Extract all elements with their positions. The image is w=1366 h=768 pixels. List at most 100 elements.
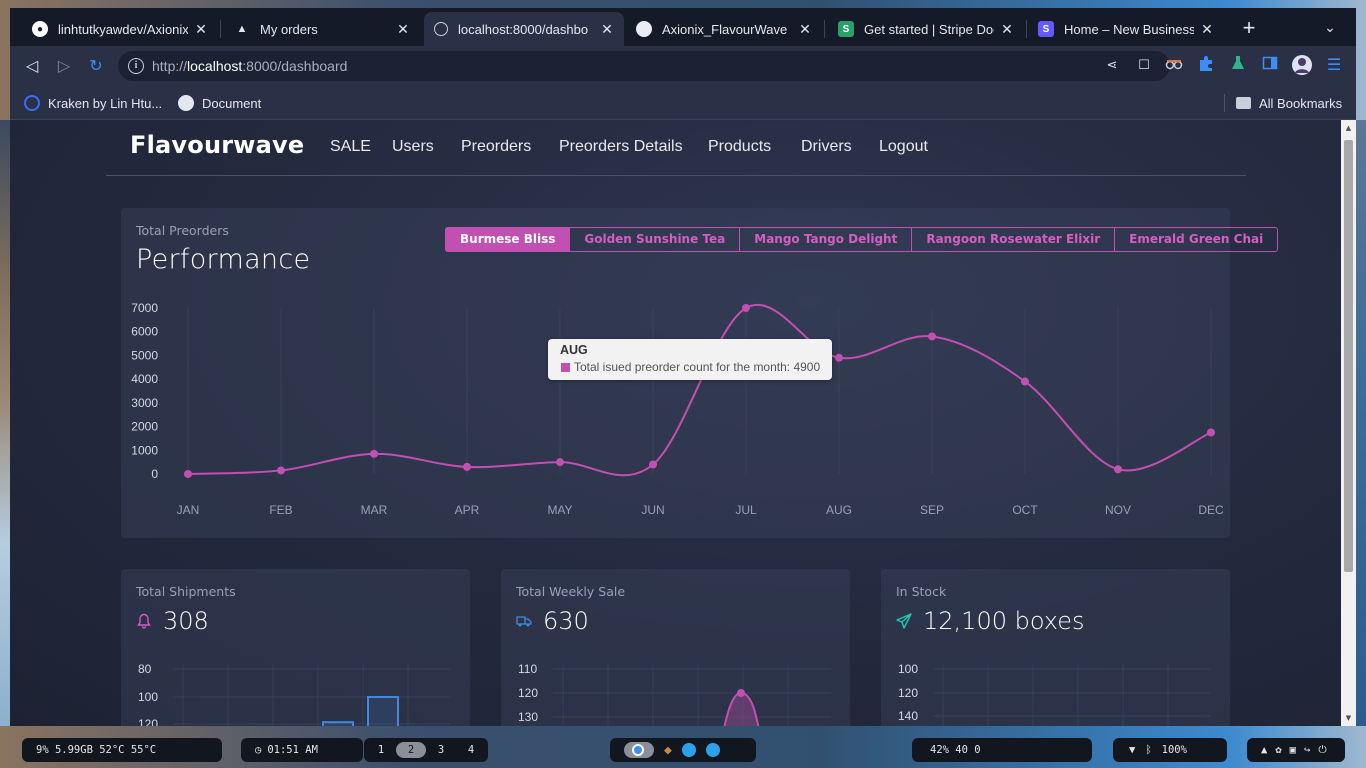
data-point [277, 466, 285, 475]
tab-stripe-docs[interactable]: S Get started | Stripe Doc ✕ [828, 12, 1024, 46]
globe-icon [178, 95, 194, 111]
tab-dashboard[interactable]: localhost:8000/dashbo ✕ [424, 12, 624, 46]
nav-preorders[interactable]: Preorders [461, 138, 531, 156]
screen-icon[interactable]: ▣ [1290, 744, 1296, 756]
back-button[interactable]: ◁ [22, 56, 42, 76]
clock-widget[interactable]: ◷ 01:51 AM [241, 738, 363, 762]
close-icon[interactable]: ✕ [194, 21, 208, 38]
data-point [556, 458, 564, 467]
y-tick-label: 120 [518, 686, 538, 700]
tooltip-title: AUG [560, 343, 588, 357]
telegram-app-icon[interactable] [705, 743, 720, 757]
address-bar[interactable]: i http://localhost:8000/dashboard ⋖ ☐ [118, 51, 1170, 81]
y-tick-label: 6000 [131, 325, 158, 339]
y-tick-label: 1000 [131, 443, 158, 457]
scroll-down-arrow[interactable]: ▼ [1344, 714, 1353, 722]
weekly-sale-area-chart[interactable]: 110 120 130 [501, 569, 850, 726]
y-tick-label: 80 [138, 662, 152, 676]
site-icon [636, 21, 652, 37]
x-tick-label: MAY [547, 503, 572, 517]
tab-github[interactable]: ● linhtutkyawdev/Axionix_ ✕ [22, 12, 218, 46]
power-icon[interactable]: ⏻ [1318, 744, 1326, 757]
chevron-down-icon[interactable]: ⌄ [1318, 16, 1342, 40]
bookmark-kraken[interactable]: Kraken by Lin Htu... [24, 94, 162, 112]
bookmark-label: Document [202, 95, 262, 111]
desktop-wallpaper-left [0, 120, 10, 726]
all-bookmarks[interactable]: All Bookmarks [1236, 94, 1342, 112]
x-tick-label: JUN [641, 503, 664, 517]
network-status[interactable]: ▼ ᛒ 100% [1113, 738, 1227, 762]
y-tick-label: 0 [151, 467, 158, 481]
browser-window: ● linhtutkyawdev/Axionix_ ✕ ▲ My orders … [10, 8, 1356, 726]
forward-button[interactable]: ▷ [54, 56, 74, 76]
nav-logout[interactable]: Logout [879, 138, 928, 156]
workspace-4[interactable]: 4 [456, 744, 486, 756]
workspace-3[interactable]: 3 [426, 744, 456, 756]
shipments-bar-chart[interactable]: 80 100 120 [121, 569, 470, 726]
nav-preorders-details[interactable]: Preorders Details [559, 138, 683, 156]
logout-icon[interactable]: ↪ [1304, 744, 1310, 756]
share-icon[interactable]: ⋖ [1104, 58, 1120, 74]
bookmark-icon[interactable]: ☐ [1136, 58, 1152, 74]
tab-separator [1026, 20, 1027, 38]
weekly-sale-card: Total Weekly Sale 630 110 120 130 [501, 569, 850, 726]
close-icon[interactable]: ✕ [1000, 21, 1014, 38]
tab-my-orders[interactable]: ▲ My orders ✕ [224, 12, 420, 46]
settings-icon[interactable]: ✿ [1275, 744, 1281, 756]
page-scrollbar[interactable]: ▲ ▼ [1341, 120, 1356, 726]
chart-tooltip: AUG Total isued preorder count for the m… [548, 339, 832, 380]
close-icon[interactable]: ✕ [396, 21, 410, 38]
data-point [835, 353, 843, 362]
nav-users[interactable]: Users [392, 138, 434, 156]
x-tick-label: FEB [269, 503, 292, 517]
close-icon[interactable]: ✕ [600, 21, 614, 38]
x-tick-label: OCT [1012, 503, 1038, 517]
globe-icon [434, 22, 448, 36]
info-icon[interactable]: i [128, 58, 144, 74]
in-stock-scatter-chart[interactable]: 100 120 140 [881, 569, 1230, 726]
reload-button[interactable]: ↻ [86, 56, 106, 76]
tab-axionix[interactable]: Axionix_FlavourWave | ✕ [626, 12, 822, 46]
sidebar-icon[interactable] [1260, 55, 1280, 75]
tab-label: My orders [260, 21, 318, 37]
x-tick-label: NOV [1105, 503, 1131, 517]
bookmark-label: Kraken by Lin Htu... [48, 95, 163, 111]
new-tab-button[interactable]: + [1236, 15, 1262, 41]
flask-icon[interactable] [1228, 55, 1248, 75]
fox-app-icon[interactable]: ◆ [664, 743, 672, 758]
scroll-up-arrow[interactable]: ▲ [1344, 124, 1353, 132]
menu-icon[interactable]: ☰ [1324, 55, 1344, 75]
y-tick-label: 120 [138, 717, 158, 726]
incognito-icon[interactable] [1164, 55, 1184, 75]
triangle-icon: ▲ [236, 23, 248, 35]
nav-sale[interactable]: SALE [330, 138, 371, 156]
system-stats-text: 9% 5.99GB 52°C 55°C [36, 744, 157, 756]
y-tick-label: 4000 [131, 372, 158, 386]
nav-drivers[interactable]: Drivers [801, 138, 852, 156]
tab-stripe-home[interactable]: S Home – New Business ✕ [1028, 12, 1224, 46]
brand-logo[interactable]: Flavourwave [130, 131, 304, 159]
volume-status[interactable]: 42% 40 0 [912, 738, 1092, 762]
vscode-app-icon[interactable] [681, 743, 696, 757]
tab-separator [824, 20, 825, 38]
puzzle-icon[interactable] [1196, 55, 1216, 75]
chrome-app-icon[interactable] [624, 742, 654, 758]
close-icon[interactable]: ✕ [1200, 21, 1214, 38]
y-tick-label: 120 [898, 686, 918, 700]
data-point [649, 460, 657, 469]
url-text[interactable]: http://localhost:8000/dashboard [152, 58, 347, 74]
avatar[interactable] [1292, 55, 1312, 75]
scroll-thumb[interactable] [1344, 140, 1353, 572]
volume-status-text: 42% 40 0 [930, 744, 981, 756]
tab-label: Axionix_FlavourWave | [662, 21, 792, 37]
bookmark-document[interactable]: Document [178, 94, 261, 112]
lock-icon[interactable]: ▲ [1261, 744, 1267, 756]
clock-text: 01:51 AM [267, 744, 318, 756]
tab-label: localhost:8000/dashbo [458, 21, 589, 37]
workspace-1[interactable]: 1 [366, 744, 396, 756]
system-stats: 9% 5.99GB 52°C 55°C [22, 738, 222, 762]
workspace-2[interactable]: 2 [396, 742, 426, 758]
nav-products[interactable]: Products [708, 138, 771, 156]
y-tick-label: 7000 [131, 301, 158, 315]
close-icon[interactable]: ✕ [798, 21, 812, 38]
